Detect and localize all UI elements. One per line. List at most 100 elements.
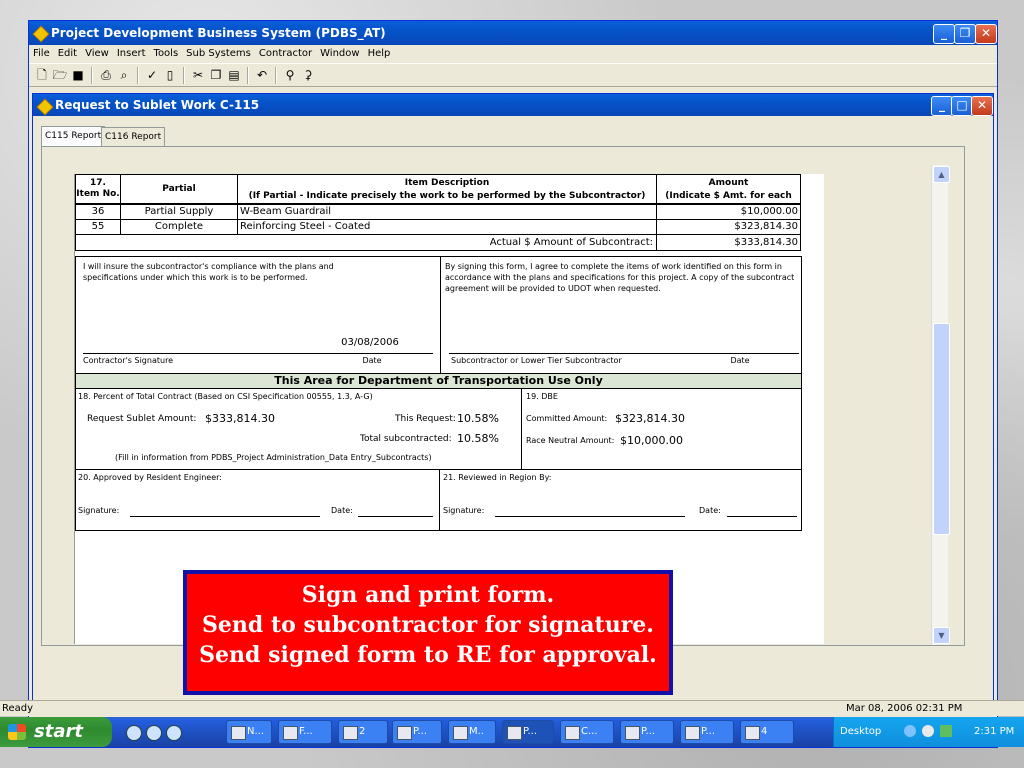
menu-help[interactable]: Help: [364, 45, 395, 62]
table-row-amount: $323,814.30: [656, 219, 801, 235]
ie-icon[interactable]: [146, 725, 162, 741]
menu-insert[interactable]: Insert: [113, 45, 150, 62]
child-minimize-button[interactable]: _: [931, 96, 953, 116]
total-subcontracted-value: 10.58%: [457, 432, 499, 445]
contractor-signature-label: Contractor's Signature: [83, 356, 174, 365]
instruction-line-2: Send to subcontractor for signature.: [202, 612, 654, 638]
tray-icon[interactable]: [904, 725, 916, 737]
taskbar-item-active[interactable]: P...: [502, 720, 554, 744]
taskbar-item[interactable]: P...: [680, 720, 734, 744]
tab-c116-report[interactable]: C116 Report: [101, 127, 166, 146]
copy-icon[interactable]: ❐: [207, 67, 225, 84]
instruction-line-1: Sign and print form.: [301, 582, 555, 608]
menu-contractor[interactable]: Contractor: [255, 45, 316, 62]
app-title: Project Development Business System (PDB…: [51, 26, 386, 40]
tab-c115-report[interactable]: C115 Report: [41, 126, 106, 146]
reviewed-by-label: 21. Reviewed in Region By:: [443, 473, 552, 482]
committed-amount-label: Committed Amount:: [526, 414, 608, 423]
form-icon[interactable]: ▯: [161, 67, 179, 84]
amount-subtitle: (Indicate $ Amt. for each: [665, 191, 792, 201]
re-date-label: Date:: [331, 506, 353, 515]
child-close-button[interactable]: ✕: [971, 96, 993, 116]
region-date-label: Date:: [699, 506, 721, 515]
taskbar-item[interactable]: F...: [278, 720, 332, 744]
minimize-button[interactable]: _: [933, 24, 955, 44]
contractor-statement: I will insure the subcontractor's compli…: [83, 262, 334, 282]
tray-icon[interactable]: [922, 725, 934, 737]
percent-label: 18. Percent of Total Contract (Based on …: [78, 392, 373, 401]
this-request-value: 10.58%: [457, 412, 499, 425]
date-label: Date: [362, 356, 382, 365]
status-datetime: Mar 08, 2006 02:31 PM: [846, 703, 963, 714]
child-titlebar[interactable]: Request to Sublet Work C-115 _ □ ✕: [33, 94, 993, 116]
app-icon: [32, 25, 50, 43]
instruction-line-3: Send signed form to RE for approval.: [199, 642, 657, 668]
print-preview-icon[interactable]: ⌕: [115, 67, 133, 84]
menu-file[interactable]: File: [29, 45, 54, 62]
vertical-scrollbar[interactable]: ▲ ▼: [931, 165, 950, 645]
print-icon[interactable]: ⎙: [97, 67, 115, 84]
table-row-item: 55: [75, 219, 121, 235]
taskbar-item[interactable]: 2: [338, 720, 388, 744]
scroll-thumb[interactable]: [933, 323, 950, 535]
taskbar-item[interactable]: C...: [560, 720, 614, 744]
taskbar-item[interactable]: P...: [392, 720, 442, 744]
undo-icon[interactable]: ↶: [253, 67, 271, 84]
subcontractor-statement: By signing this form, I agree to complet…: [445, 262, 795, 293]
menu-edit[interactable]: Edit: [54, 45, 81, 62]
new-icon[interactable]: 🗋: [33, 67, 51, 84]
sub-date-label: Date: [730, 356, 750, 365]
amount-title: Amount: [708, 178, 749, 188]
start-button[interactable]: start: [0, 717, 112, 747]
toolbar: 🗋 🗁 ■ ⎙ ⌕ ✓ ▯ ✂ ❐ ▤ ↶ ⚲ ⚳: [29, 63, 997, 87]
search-icon[interactable]: [166, 725, 182, 741]
fill-info-note: (Fill in information from PDBS_Project A…: [115, 453, 432, 462]
find-icon[interactable]: ⚲: [281, 67, 299, 84]
signature-date: 03/08/2006: [341, 337, 399, 348]
re-signature-label: Signature:: [78, 506, 120, 515]
open-icon[interactable]: 🗁: [51, 67, 69, 84]
cut-icon[interactable]: ✂: [189, 67, 207, 84]
tray-icon[interactable]: [940, 725, 952, 737]
spell-icon[interactable]: ✓: [143, 67, 161, 84]
table-row-description: Reinforcing Steel - Coated: [237, 219, 657, 235]
child-title: Request to Sublet Work C-115: [55, 98, 260, 112]
form-window-icon: [36, 98, 54, 116]
scroll-down-icon[interactable]: ▼: [933, 627, 950, 644]
menu-tools[interactable]: Tools: [150, 45, 183, 62]
item-no-header: 17. Item No.: [75, 174, 121, 204]
menu-sub-systems[interactable]: Sub Systems: [182, 45, 255, 62]
request-sublet-label: Request Sublet Amount:: [87, 414, 197, 424]
table-row-partial: Partial Supply: [120, 204, 238, 220]
dbe-section: [521, 388, 802, 470]
paste-icon[interactable]: ▤: [225, 67, 243, 84]
taskbar-item[interactable]: M..: [448, 720, 496, 744]
start-label: start: [34, 721, 83, 742]
taskbar-item[interactable]: N...: [226, 720, 272, 744]
taskbar-item[interactable]: 4: [740, 720, 794, 744]
scroll-up-icon[interactable]: ▲: [933, 166, 950, 183]
description-header: Item Description (If Partial - Indicate …: [237, 174, 657, 204]
quicklaunch-icon[interactable]: [126, 725, 142, 741]
taskbar-item[interactable]: P...: [620, 720, 674, 744]
replace-icon[interactable]: ⚳: [299, 67, 317, 84]
partial-header: Partial: [120, 174, 238, 204]
desktop-toolbar-label[interactable]: Desktop: [840, 717, 881, 747]
actual-amount-value: $333,814.30: [656, 234, 801, 251]
region-signature-label: Signature:: [443, 506, 485, 515]
menu-view[interactable]: View: [81, 45, 113, 62]
actual-amount-label: Actual $ Amount of Subcontract:: [75, 234, 657, 251]
status-bar: Ready Mar 08, 2006 02:31 PM: [0, 700, 1024, 716]
subcontractor-signature-label: Subcontractor or Lower Tier Subcontracto…: [451, 356, 622, 365]
system-tray: Desktop 2:31 PM: [833, 717, 1024, 747]
save-icon[interactable]: ■: [69, 67, 87, 84]
child-maximize-button[interactable]: □: [951, 96, 973, 116]
restore-button[interactable]: ❐: [954, 24, 976, 44]
close-button[interactable]: ✕: [975, 24, 997, 44]
app-titlebar[interactable]: Project Development Business System (PDB…: [29, 21, 997, 45]
clock[interactable]: 2:31 PM: [974, 717, 1014, 747]
menu-window[interactable]: Window: [316, 45, 363, 62]
committed-amount-value: $323,814.30: [615, 412, 685, 425]
description-subtitle: (If Partial - Indicate precisely the wor…: [248, 191, 646, 201]
dot-use-only-bar: This Area for Department of Transportati…: [75, 373, 802, 389]
